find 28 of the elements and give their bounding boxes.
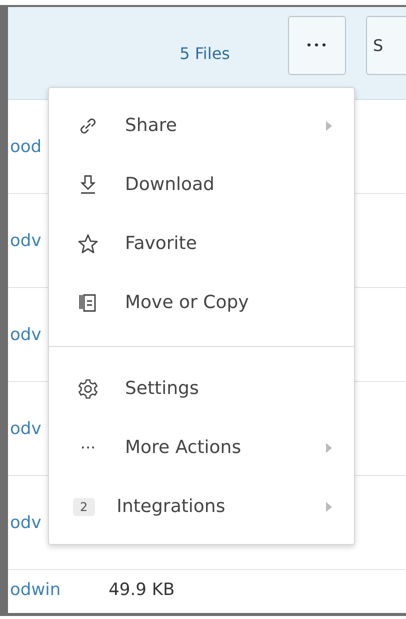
menu-label: Move or Copy — [125, 292, 250, 313]
file-name[interactable]: odv — [10, 418, 42, 438]
menu-label: Settings — [125, 378, 200, 399]
menu-item[interactable]: Settings — [49, 359, 354, 418]
file-count: 5 Files — [180, 44, 230, 62]
settings-icon — [77, 378, 99, 400]
menu-label: Share — [125, 115, 178, 136]
star-icon — [77, 232, 99, 254]
menu-item[interactable]: Move or Copy — [49, 273, 354, 332]
more-button[interactable]: ••• — [288, 16, 346, 74]
file-name[interactable]: odv — [10, 324, 42, 344]
count-badge: 2 — [73, 498, 95, 516]
menu-label: Download — [125, 174, 216, 195]
menu-item[interactable]: Favorite — [49, 214, 354, 273]
toolbar-button[interactable]: S — [366, 16, 406, 74]
menu-label: More Actions — [125, 437, 242, 458]
more-glyph: ··· — [79, 438, 97, 457]
file-name[interactable]: odv — [10, 512, 42, 532]
menu-item[interactable]: Download — [49, 155, 354, 214]
file-size: 49.9 KB — [108, 580, 175, 600]
menu-item[interactable]: 2 Integrations — [49, 477, 354, 536]
file-name[interactable]: ood — [10, 136, 42, 156]
file-name[interactable]: odv — [10, 230, 42, 250]
menu-label: Favorite — [125, 233, 198, 254]
menu-label: Integrations — [116, 496, 226, 517]
menu-item[interactable]: ··· More Actions — [49, 418, 354, 477]
menu-item[interactable]: Share — [49, 96, 354, 155]
file-name[interactable]: odwin — [10, 580, 61, 600]
